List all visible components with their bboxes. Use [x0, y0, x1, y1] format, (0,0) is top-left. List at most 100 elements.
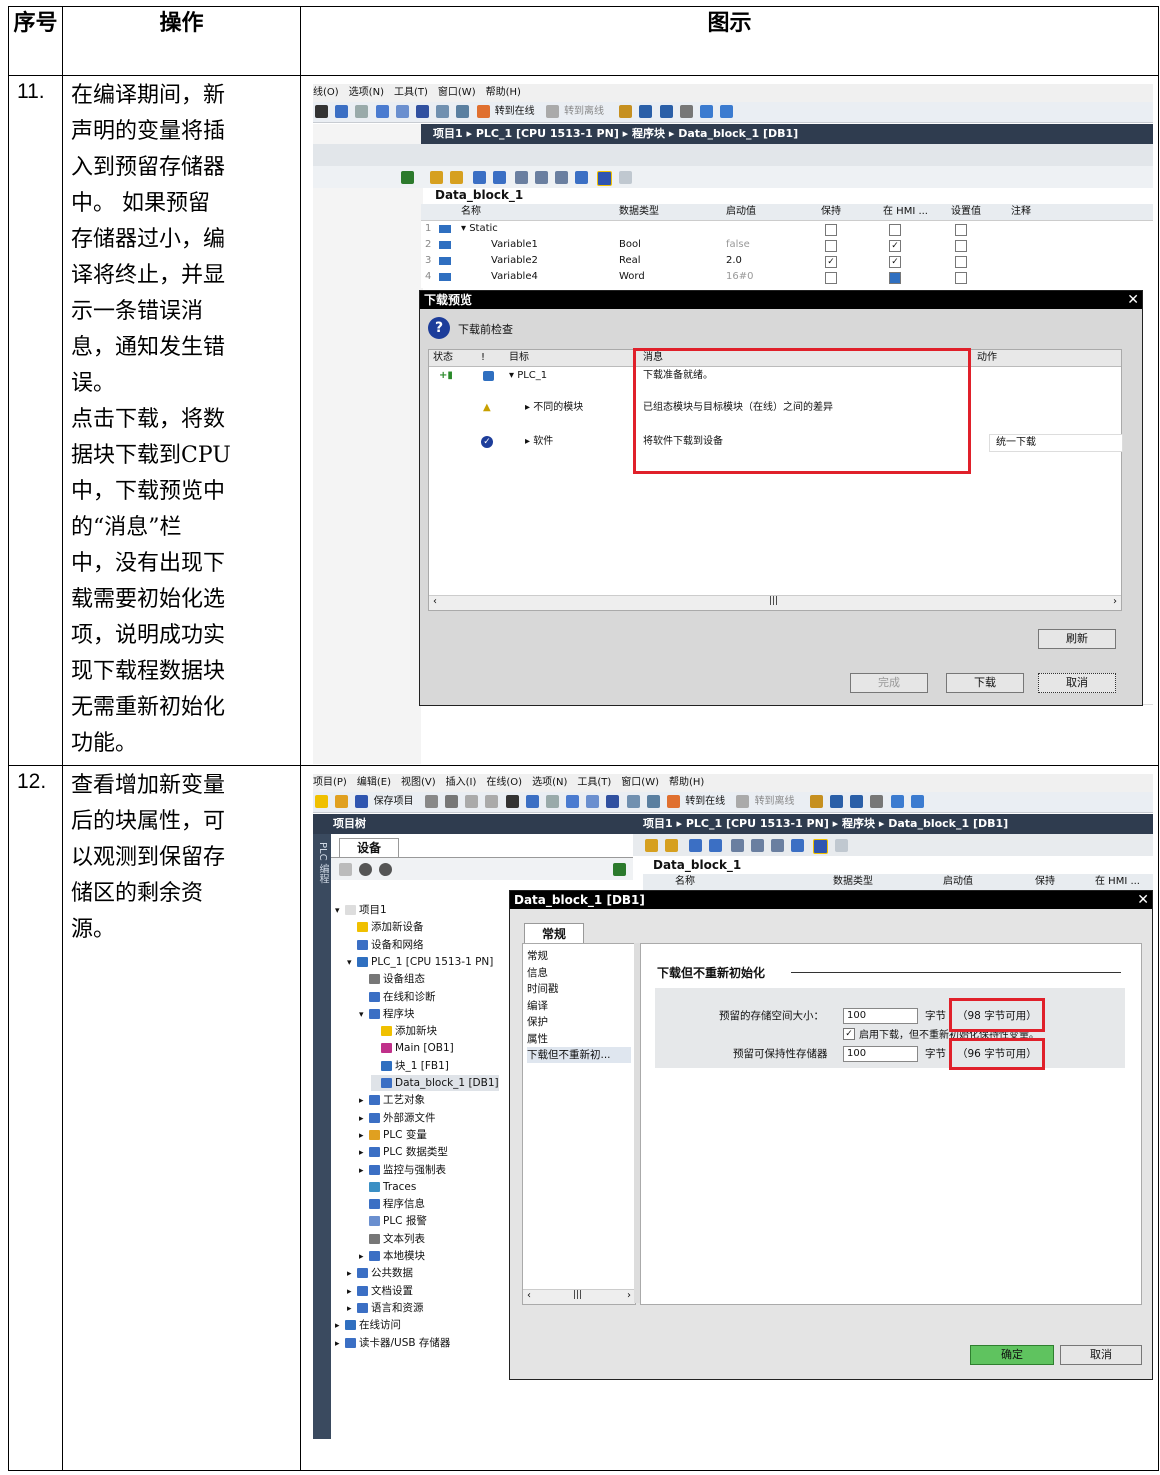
reserved-input[interactable]: 100 — [843, 1008, 918, 1024]
menu-item[interactable]: 编辑(E) — [357, 777, 391, 788]
menu-item[interactable]: 视图(V) — [401, 777, 436, 788]
menu-item[interactable]: 窗口(W) — [438, 87, 476, 98]
copy-snapshot-icon[interactable] — [493, 171, 506, 184]
tree-item[interactable]: Data_block_1 [DB1] — [371, 1075, 499, 1091]
close-icon[interactable]: ✕ — [1127, 291, 1139, 309]
split-vertical-icon[interactable] — [910, 795, 924, 808]
menu-item[interactable]: 帮助(H) — [669, 777, 704, 788]
expand-arrow-icon[interactable]: ▸ — [359, 1249, 369, 1265]
undo-icon[interactable] — [525, 795, 539, 808]
add-row-icon[interactable] — [645, 839, 658, 852]
cross-ref-icon[interactable] — [870, 795, 884, 808]
tree-item[interactable]: ▾ 程序块 — [359, 1006, 415, 1022]
tree-item[interactable]: ▾ PLC_1 [CPU 1513-1 PN] — [347, 954, 493, 970]
delete-icon[interactable] — [505, 795, 519, 808]
nav-item[interactable]: 下载但不重新初... — [527, 1047, 631, 1063]
nav-item[interactable]: 信息 — [527, 965, 548, 981]
menu-item[interactable]: 线(O) — [313, 87, 339, 98]
tree-item[interactable]: 在线和诊断 — [359, 989, 436, 1005]
expand-arrow-icon[interactable]: ▸ — [359, 1163, 369, 1179]
keep-values-icon[interactable] — [751, 839, 764, 852]
expand-arrow-icon[interactable]: ▸ — [359, 1111, 369, 1127]
menu-item[interactable]: 窗口(W) — [621, 777, 659, 788]
open-project-icon[interactable] — [335, 795, 349, 808]
monitor-block-icon[interactable] — [515, 171, 528, 184]
menu-item[interactable]: 工具(T) — [577, 777, 611, 788]
monitor-all-icon[interactable] — [597, 171, 612, 186]
tree-item[interactable]: 添加新块 — [371, 1023, 437, 1039]
glasses-icon[interactable] — [619, 171, 632, 184]
tree-item[interactable]: ▸ 语言和资源 — [347, 1300, 424, 1316]
horizontal-scrollbar[interactable]: ‹ ||| › — [429, 595, 1121, 610]
expand-arrow-icon[interactable]: ▸ — [359, 1093, 369, 1109]
nav-item[interactable]: 时间戳 — [527, 981, 559, 997]
download-icon[interactable] — [395, 105, 409, 118]
expand-arrow-icon[interactable]: ▾ — [359, 1007, 369, 1023]
download-icon[interactable] — [586, 795, 600, 808]
save-project-button[interactable]: 保存项目 — [374, 796, 414, 807]
tree-item[interactable]: ▸ 公共数据 — [347, 1265, 413, 1281]
accessible-devices-icon[interactable] — [809, 795, 823, 808]
insert-icon[interactable] — [613, 863, 626, 876]
refresh-button[interactable]: 刷新 — [1038, 629, 1116, 649]
devices-tab[interactable]: 设备 — [339, 838, 399, 857]
download-button[interactable]: 下载 — [946, 673, 1024, 693]
nav-item[interactable]: 编译 — [527, 998, 548, 1014]
scroll-right-icon[interactable]: › — [627, 1290, 631, 1301]
tree-item[interactable]: 文本列表 — [359, 1231, 425, 1247]
menu-item[interactable]: 插入(I) — [446, 777, 477, 788]
split-horizontal-icon[interactable] — [700, 105, 713, 118]
undo-icon[interactable] — [335, 105, 349, 118]
tree-item[interactable]: ▸ 监控与强制表 — [359, 1162, 446, 1178]
tree-item[interactable]: ▸ 文档设置 — [347, 1283, 413, 1299]
upload-icon[interactable] — [606, 795, 620, 808]
expand-arrow-icon[interactable]: ▸ — [359, 1128, 369, 1144]
split-horizontal-icon[interactable] — [890, 795, 904, 808]
monitor-all-icon[interactable] — [813, 839, 828, 854]
table-row[interactable]: 4 Variable4 Word 16#0 — [421, 269, 1153, 285]
add-row2-icon[interactable] — [665, 839, 678, 852]
menu-item[interactable]: 在线(O) — [486, 777, 522, 788]
stop-cpu-icon[interactable] — [850, 795, 864, 808]
menu-item[interactable]: 选项(N) — [349, 87, 384, 98]
tree-item[interactable]: 程序信息 — [359, 1196, 425, 1212]
tree-item[interactable]: PLC 报警 — [359, 1213, 427, 1229]
tree-item[interactable]: ▸ 外部源文件 — [359, 1110, 436, 1126]
simulate-icon[interactable] — [626, 795, 640, 808]
setpoint-checkbox[interactable] — [955, 224, 967, 236]
expand-arrow-icon[interactable]: ▸ — [359, 1145, 369, 1161]
keep-values-icon[interactable] — [535, 171, 548, 184]
expand-arrow-icon[interactable]: ▸ — [335, 1336, 345, 1352]
retain-checkbox[interactable] — [825, 272, 837, 284]
cut-icon[interactable] — [444, 795, 458, 808]
go-offline-button[interactable]: 转到离线 — [564, 106, 604, 117]
hmi-checkbox[interactable] — [889, 224, 901, 236]
table-row[interactable]: 2 Variable1 Bool false ✓ — [421, 237, 1153, 253]
tree-item[interactable]: ▸ PLC 数据类型 — [359, 1144, 448, 1160]
tree-item[interactable]: ▸ 读卡器/USB 存储器 — [335, 1335, 450, 1351]
action-select[interactable]: 统一下载 — [989, 434, 1123, 452]
table-row[interactable]: 1 ▾ Static — [421, 221, 1153, 237]
glasses-icon[interactable] — [835, 839, 848, 852]
retain-input[interactable]: 100 — [843, 1046, 918, 1062]
menu-item[interactable]: 项目(P) — [313, 777, 347, 788]
snapshot-icon[interactable] — [689, 839, 702, 852]
scroll-thumb-icon[interactable]: ||| — [769, 596, 778, 606]
start-cpu-icon[interactable] — [639, 105, 653, 118]
monitor-icon[interactable] — [456, 105, 470, 118]
print-icon[interactable] — [424, 795, 438, 808]
retain-checkbox[interactable]: ✓ — [825, 256, 837, 268]
scroll-left-icon[interactable]: ‹ — [433, 596, 437, 607]
go-offline-button[interactable]: 转到离线 — [755, 796, 795, 807]
expand-arrow-icon[interactable]: ▾ — [347, 955, 357, 971]
go-online-button[interactable]: 转到在线 — [495, 106, 535, 117]
hmi-checkbox[interactable] — [889, 272, 901, 284]
redo-icon[interactable] — [545, 795, 559, 808]
tree-item[interactable]: 添加新设备 — [347, 919, 424, 935]
retain-checkbox[interactable] — [825, 240, 837, 252]
forward-icon[interactable] — [379, 863, 392, 876]
nav-scrollbar[interactable]: ‹ ||| › — [523, 1289, 635, 1304]
setpoint-checkbox[interactable] — [955, 240, 967, 252]
table-row[interactable]: 3 Variable2 Real 2.0 ✓ ✓ — [421, 253, 1153, 269]
insert-row-icon[interactable] — [401, 171, 414, 184]
